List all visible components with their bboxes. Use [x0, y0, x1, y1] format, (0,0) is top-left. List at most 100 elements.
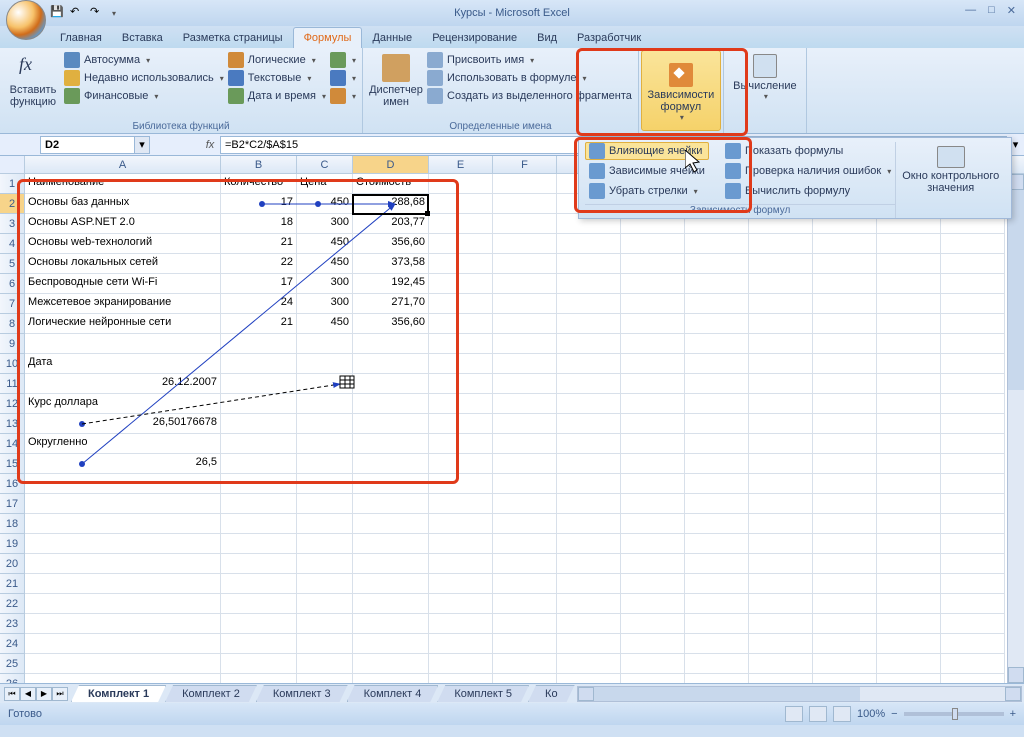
cell[interactable]: [941, 354, 1005, 374]
cell[interactable]: [353, 454, 429, 474]
cell[interactable]: [749, 594, 813, 614]
cell[interactable]: [877, 514, 941, 534]
cell[interactable]: [353, 634, 429, 654]
row-header[interactable]: 22: [0, 594, 25, 614]
cell[interactable]: [941, 254, 1005, 274]
row-header[interactable]: 16: [0, 474, 25, 494]
row-header[interactable]: 15: [0, 454, 25, 474]
cell[interactable]: [621, 394, 685, 414]
cell[interactable]: [557, 634, 621, 654]
cell[interactable]: [429, 514, 493, 534]
cell[interactable]: [941, 314, 1005, 334]
sheet-tab[interactable]: Комплект 5: [437, 685, 529, 702]
cell[interactable]: [221, 574, 297, 594]
cell[interactable]: [493, 454, 557, 474]
cell[interactable]: [221, 594, 297, 614]
cell[interactable]: [685, 654, 749, 674]
cell[interactable]: [221, 454, 297, 474]
ribbon-tab[interactable]: Рецензирование: [422, 28, 527, 48]
cell[interactable]: [685, 294, 749, 314]
cell[interactable]: [685, 534, 749, 554]
prev-sheet-icon[interactable]: ◀: [20, 687, 36, 701]
cell[interactable]: [557, 514, 621, 534]
cell[interactable]: [813, 274, 877, 294]
cell[interactable]: [353, 514, 429, 534]
scroll-left-icon[interactable]: [578, 687, 594, 701]
cell[interactable]: [685, 474, 749, 494]
cell[interactable]: [621, 574, 685, 594]
cell[interactable]: [297, 414, 353, 434]
ribbon-item[interactable]: Дата и время▾: [228, 88, 326, 104]
cell[interactable]: [493, 594, 557, 614]
column-header[interactable]: E: [429, 156, 493, 173]
cell[interactable]: [685, 514, 749, 534]
cell[interactable]: 22: [221, 254, 297, 274]
cell[interactable]: [749, 534, 813, 554]
cell[interactable]: [493, 214, 557, 234]
cell[interactable]: [297, 354, 353, 374]
normal-view-icon[interactable]: [785, 706, 803, 722]
cell[interactable]: [493, 394, 557, 414]
cell[interactable]: [685, 394, 749, 414]
sheet-tab[interactable]: Комплект 2: [165, 685, 257, 702]
cell[interactable]: 24: [221, 294, 297, 314]
cell[interactable]: [621, 534, 685, 554]
cell[interactable]: [621, 634, 685, 654]
cell[interactable]: 271,70: [353, 294, 429, 314]
cell[interactable]: [297, 534, 353, 554]
cell[interactable]: Дата: [25, 354, 221, 374]
cell[interactable]: 17: [221, 274, 297, 294]
cell[interactable]: [685, 254, 749, 274]
cell[interactable]: [621, 454, 685, 474]
row-header[interactable]: 9: [0, 334, 25, 354]
cell[interactable]: [877, 434, 941, 454]
cell[interactable]: Количество: [221, 174, 297, 194]
last-sheet-icon[interactable]: ⏭: [52, 687, 68, 701]
cell[interactable]: [493, 474, 557, 494]
row-header[interactable]: 21: [0, 574, 25, 594]
cell[interactable]: [749, 654, 813, 674]
cell[interactable]: [493, 274, 557, 294]
cell[interactable]: [25, 574, 221, 594]
cell[interactable]: [297, 374, 353, 394]
cell[interactable]: [621, 594, 685, 614]
cell[interactable]: [749, 474, 813, 494]
close-icon[interactable]: ✕: [1007, 4, 1016, 17]
cell[interactable]: [557, 234, 621, 254]
undo-icon[interactable]: ↶: [70, 5, 86, 21]
cell[interactable]: 356,60: [353, 314, 429, 334]
cell[interactable]: [621, 554, 685, 574]
cell[interactable]: [429, 174, 493, 194]
row-header[interactable]: 8: [0, 314, 25, 334]
cell[interactable]: [221, 394, 297, 414]
cell[interactable]: [221, 514, 297, 534]
cell[interactable]: [749, 234, 813, 254]
cell[interactable]: [221, 674, 297, 683]
cell[interactable]: [877, 474, 941, 494]
cell[interactable]: [353, 374, 429, 394]
cell[interactable]: [813, 594, 877, 614]
cell[interactable]: [621, 414, 685, 434]
row-header[interactable]: 2: [0, 194, 25, 214]
cell[interactable]: [297, 574, 353, 594]
popup-item[interactable]: Проверка наличия ошибок▾: [721, 162, 895, 180]
cell[interactable]: 21: [221, 314, 297, 334]
cell[interactable]: [877, 554, 941, 574]
cell[interactable]: [813, 534, 877, 554]
cell[interactable]: [429, 334, 493, 354]
cell[interactable]: [813, 434, 877, 454]
page-layout-view-icon[interactable]: [809, 706, 827, 722]
cell[interactable]: [813, 634, 877, 654]
cell[interactable]: [813, 234, 877, 254]
office-button[interactable]: [6, 0, 46, 40]
cell[interactable]: [353, 574, 429, 594]
cell[interactable]: [685, 674, 749, 683]
cell[interactable]: Основы баз данных: [25, 194, 221, 214]
cell[interactable]: [353, 594, 429, 614]
cell[interactable]: [877, 274, 941, 294]
ribbon-tab[interactable]: Формулы: [293, 27, 363, 48]
cell[interactable]: 300: [297, 274, 353, 294]
cell[interactable]: [493, 534, 557, 554]
cell[interactable]: [429, 574, 493, 594]
ribbon-tab[interactable]: Главная: [50, 28, 112, 48]
